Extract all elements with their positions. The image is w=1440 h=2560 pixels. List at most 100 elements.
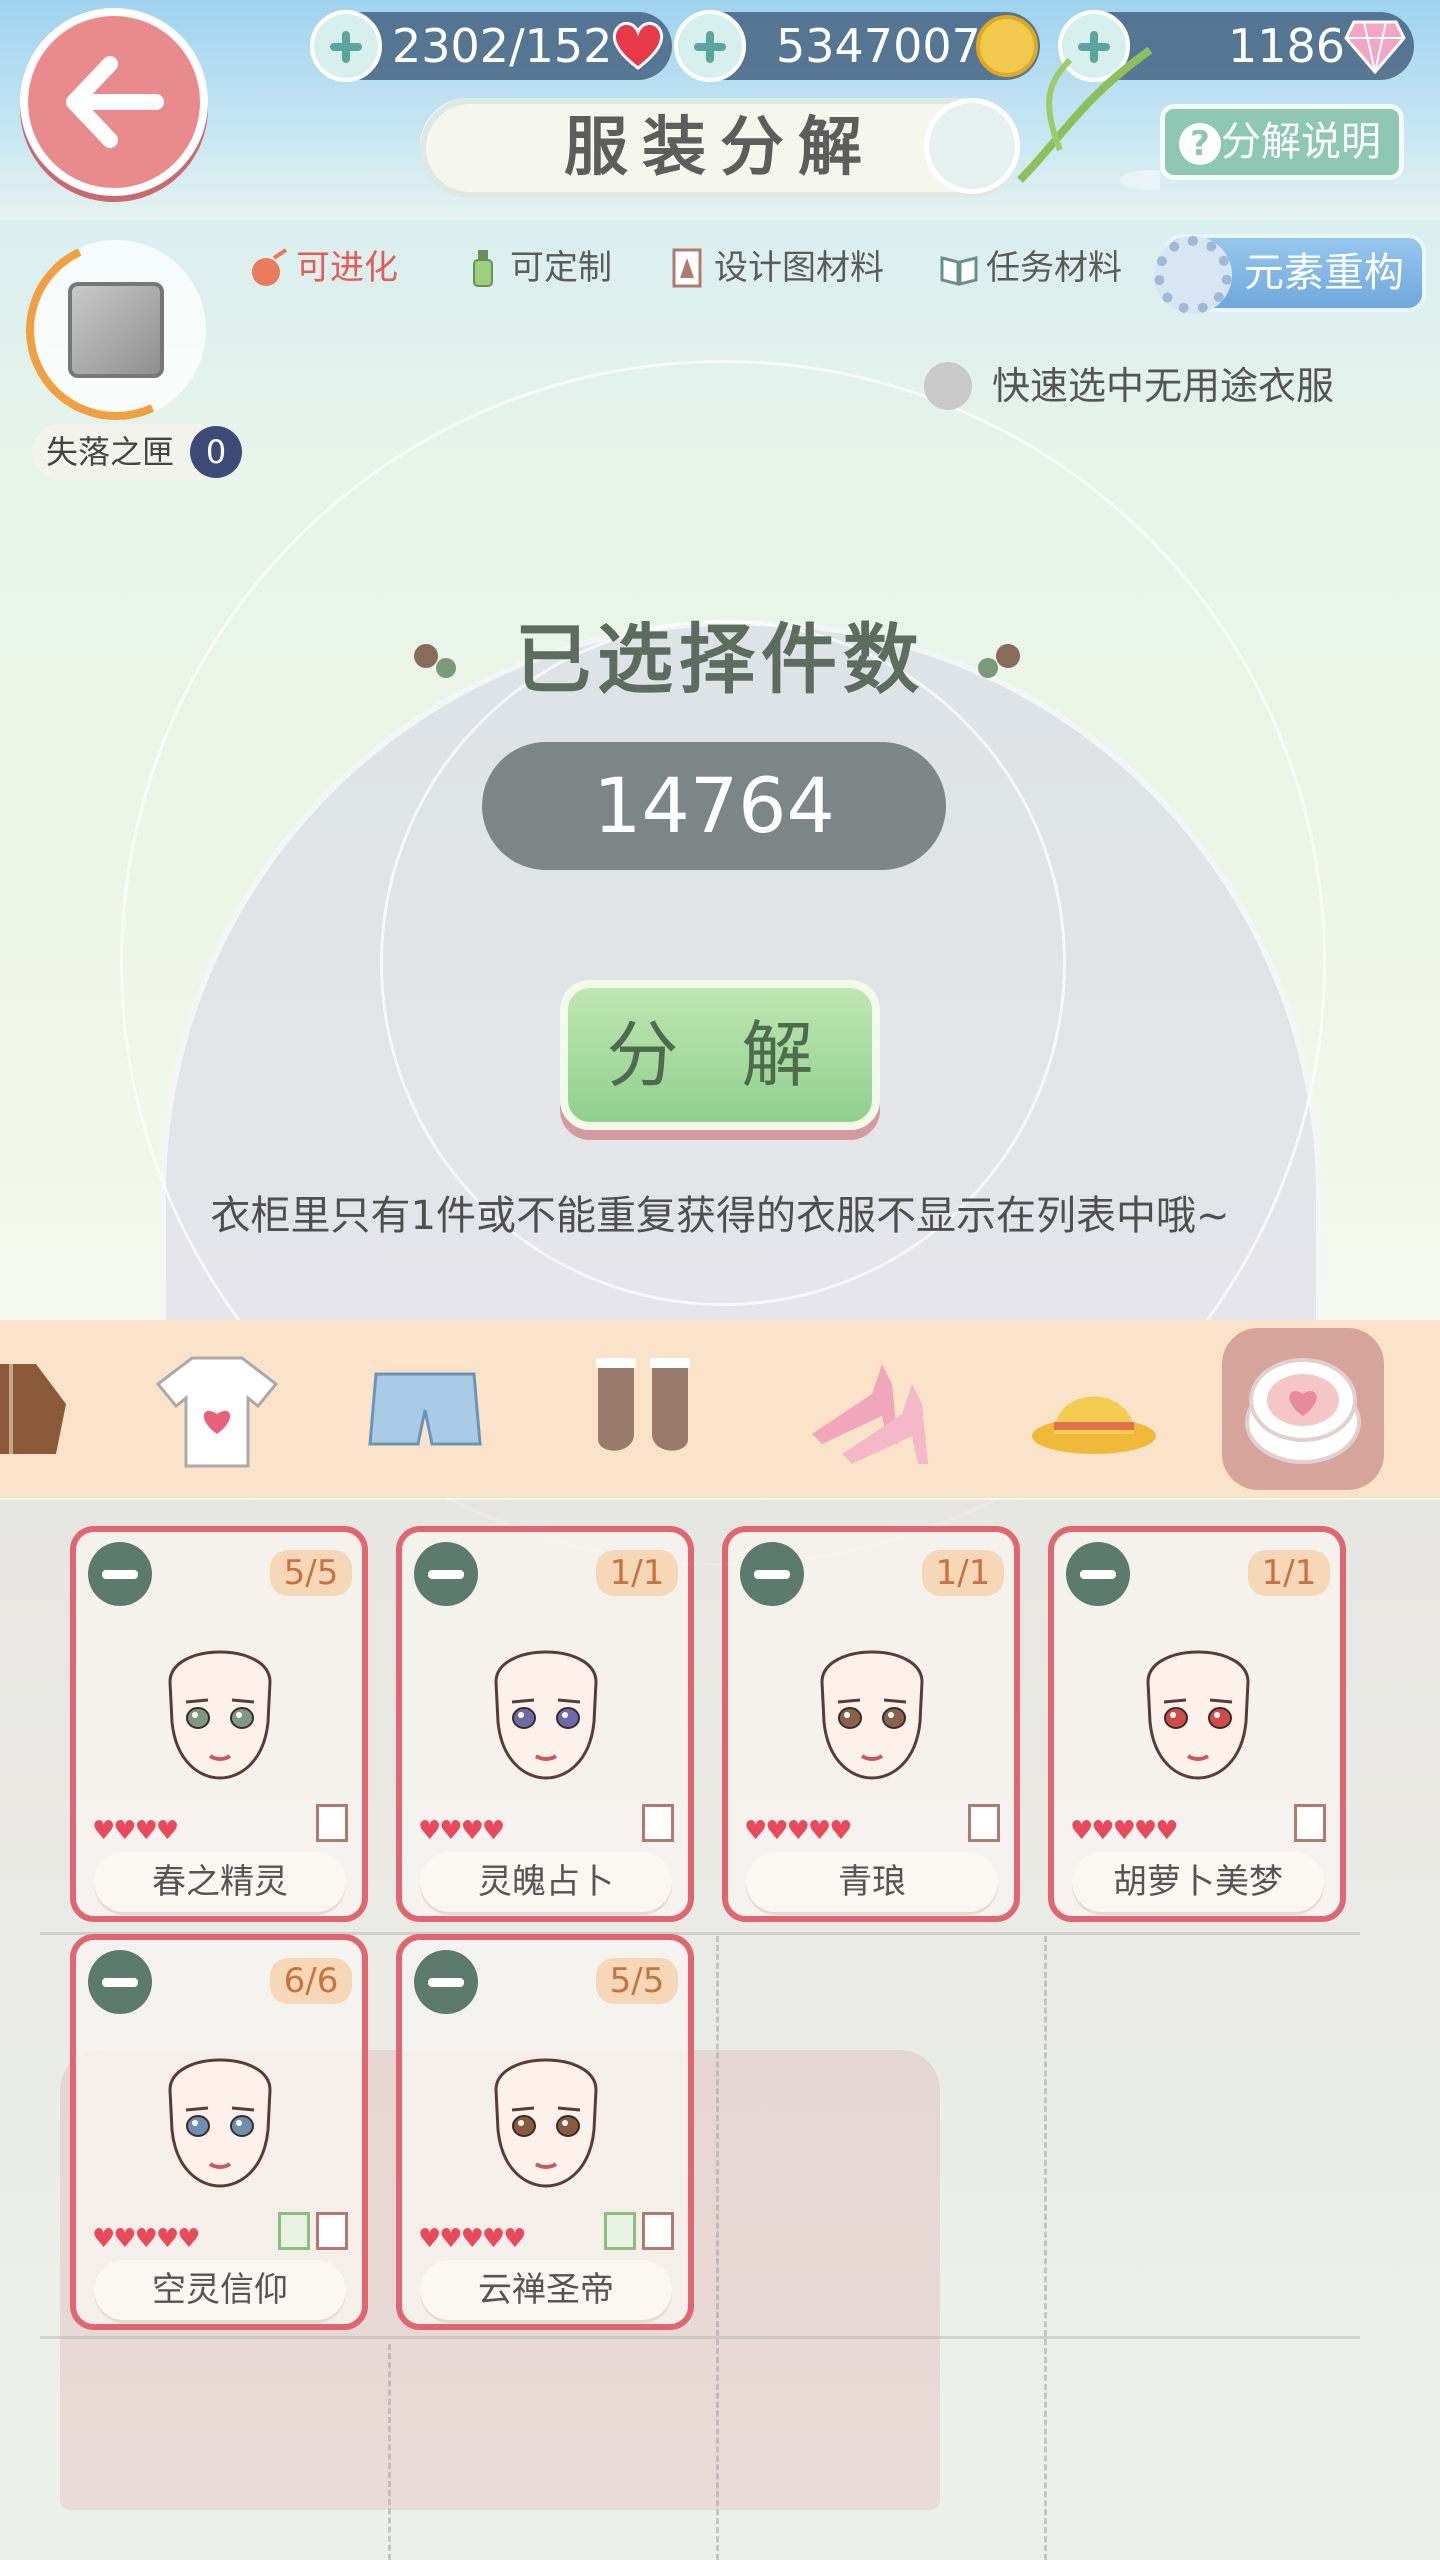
item-quantity: 1/1 xyxy=(922,1550,1004,1596)
deselect-button[interactable] xyxy=(1066,1542,1130,1606)
deselect-button[interactable] xyxy=(740,1542,804,1606)
item-name: 春之精灵 xyxy=(94,1852,346,1912)
filter-evolvable-label: 可进化 xyxy=(296,248,398,288)
add-stamina-button[interactable] xyxy=(310,10,382,82)
item-quantity: 6/6 xyxy=(270,1958,352,2004)
makeup-face-thumbnail xyxy=(820,1650,924,1780)
item-name: 灵魄占卜 xyxy=(420,1852,672,1912)
help-button[interactable]: ? 分解说明 xyxy=(1160,104,1404,180)
filter-task-material-label: 任务材料 xyxy=(986,248,1122,288)
yarn-icon xyxy=(252,248,288,286)
item-name: 云禅圣帝 xyxy=(420,2260,672,2320)
diamond-value: 1186 xyxy=(1228,19,1346,73)
deselect-button[interactable] xyxy=(414,1950,478,2014)
high-heels-icon xyxy=(812,1364,928,1464)
item-card[interactable]: 1/1 ♥♥♥♥♥ 胡萝卜美梦 xyxy=(1048,1526,1346,1922)
back-button[interactable] xyxy=(20,8,208,196)
rarity-hearts: ♥♥♥♥♥ xyxy=(1070,1816,1179,1846)
rarity-hearts: ♥♥♥♥♥ xyxy=(418,2224,527,2254)
quick-select-toggle[interactable]: 快速选中无用途衣服 xyxy=(924,358,1334,414)
rarity-hearts: ♥♥♥♥♥ xyxy=(92,2224,201,2254)
flower-ornament-right xyxy=(978,644,1020,678)
grid-row-divider xyxy=(40,2336,1360,2339)
item-quantity: 1/1 xyxy=(1248,1550,1330,1596)
design-material-icon xyxy=(316,1804,348,1842)
item-quantity: 5/5 xyxy=(270,1550,352,1596)
grid-column-divider xyxy=(388,2344,391,2560)
lost-box-button[interactable] xyxy=(0,214,232,446)
deselect-button[interactable] xyxy=(88,1950,152,2014)
element-rebuild-button[interactable]: 元素重构 xyxy=(1154,234,1426,314)
gold-display: 5347007 xyxy=(674,10,1040,82)
plant-decoration xyxy=(1017,46,1160,190)
category-tab-bar xyxy=(0,1320,1440,1498)
makeup-face-thumbnail xyxy=(494,1650,598,1780)
help-label: 分解说明 xyxy=(1221,119,1381,165)
add-gold-button[interactable] xyxy=(674,10,746,82)
tab-hat[interactable] xyxy=(1008,1328,1170,1490)
filter-design-material[interactable]: 设计图材料 xyxy=(664,240,884,296)
hat-icon xyxy=(1032,1396,1156,1454)
grid-column-divider xyxy=(716,1936,719,2560)
rarity-hearts: ♥♥♥♥ xyxy=(418,1816,505,1846)
socks-icon xyxy=(596,1358,690,1451)
design-material-icon xyxy=(316,2212,348,2250)
quick-select-radio[interactable] xyxy=(924,362,972,410)
makeup-face-thumbnail xyxy=(168,1650,272,1780)
heart-icon xyxy=(612,22,664,70)
stamina-display: 2302/152 xyxy=(310,10,672,82)
hint-text: 衣柜里只有1件或不能重复获得的衣服不显示在列表中哦~ xyxy=(210,1193,1230,1239)
decompose-button[interactable]: 分 解 xyxy=(560,980,880,1130)
filter-task-material[interactable]: 任务材料 xyxy=(936,240,1122,296)
tab-makeup[interactable] xyxy=(1222,1328,1384,1490)
makeup-face-thumbnail xyxy=(494,2058,598,2188)
quick-select-label: 快速选中无用途衣服 xyxy=(992,364,1335,408)
diamond-icon xyxy=(1344,20,1406,74)
selected-count-title: 已选择件数 xyxy=(515,615,925,704)
item-card[interactable]: 5/5 ♥♥♥♥ 春之精灵 xyxy=(70,1526,368,1922)
item-card[interactable]: 1/1 ♥♥♥♥ 灵魄占卜 xyxy=(396,1526,694,1922)
element-rebuild-label: 元素重构 xyxy=(1244,250,1404,296)
makeup-face-thumbnail xyxy=(168,2058,272,2188)
item-card[interactable]: 1/1 ♥♥♥♥♥ 青琅 xyxy=(722,1526,1020,1922)
bottle-icon xyxy=(473,250,493,287)
deselect-button[interactable] xyxy=(88,1542,152,1606)
item-card[interactable]: 6/6 ♥♥♥♥♥ 空灵信仰 xyxy=(70,1934,368,2330)
deselect-button[interactable] xyxy=(414,1542,478,1606)
lost-box-count: 0 xyxy=(190,426,242,478)
design-material-icon xyxy=(1294,1804,1326,1842)
item-name: 青琅 xyxy=(746,1852,998,1912)
gear-icon xyxy=(1154,236,1232,314)
banner-ornament-right xyxy=(924,98,1020,194)
rarity-hearts: ♥♥♥♥ xyxy=(92,1816,179,1846)
coat-icon xyxy=(0,1364,66,1454)
tab-coat[interactable] xyxy=(0,1328,92,1490)
makeup-face-thumbnail xyxy=(1146,1650,1250,1780)
tab-top[interactable] xyxy=(136,1328,298,1490)
item-quantity: 5/5 xyxy=(596,1958,678,2004)
compact-blush-icon xyxy=(1245,1358,1361,1464)
question-icon: ? xyxy=(1179,123,1221,165)
filter-design-material-label: 设计图材料 xyxy=(714,248,884,288)
shorts-icon xyxy=(368,1372,482,1446)
customizable-bottle-icon xyxy=(278,2212,310,2250)
tab-shoes[interactable] xyxy=(786,1328,948,1490)
selected-count-value: 14764 xyxy=(482,742,946,870)
lost-box-icon xyxy=(68,282,164,378)
filter-customizable[interactable]: 可定制 xyxy=(460,240,612,296)
item-name: 空灵信仰 xyxy=(94,2260,346,2320)
design-material-icon xyxy=(642,2212,674,2250)
filter-customizable-label: 可定制 xyxy=(510,248,612,288)
book-icon xyxy=(940,256,978,286)
tab-bottom[interactable] xyxy=(344,1328,506,1490)
back-arrow-icon xyxy=(66,56,164,148)
design-material-icon xyxy=(968,1804,1000,1842)
customizable-bottle-icon xyxy=(604,2212,636,2250)
rarity-hearts: ♥♥♥♥♥ xyxy=(744,1816,853,1846)
tab-socks[interactable] xyxy=(562,1328,724,1490)
item-card[interactable]: 5/5 ♥♥♥♥♥ 云禅圣帝 xyxy=(396,1934,694,2330)
filter-evolvable[interactable]: 可进化 xyxy=(246,240,398,296)
design-paper-icon xyxy=(672,248,702,288)
gold-value: 5347007 xyxy=(776,19,981,73)
tshirt-icon xyxy=(155,1356,279,1468)
